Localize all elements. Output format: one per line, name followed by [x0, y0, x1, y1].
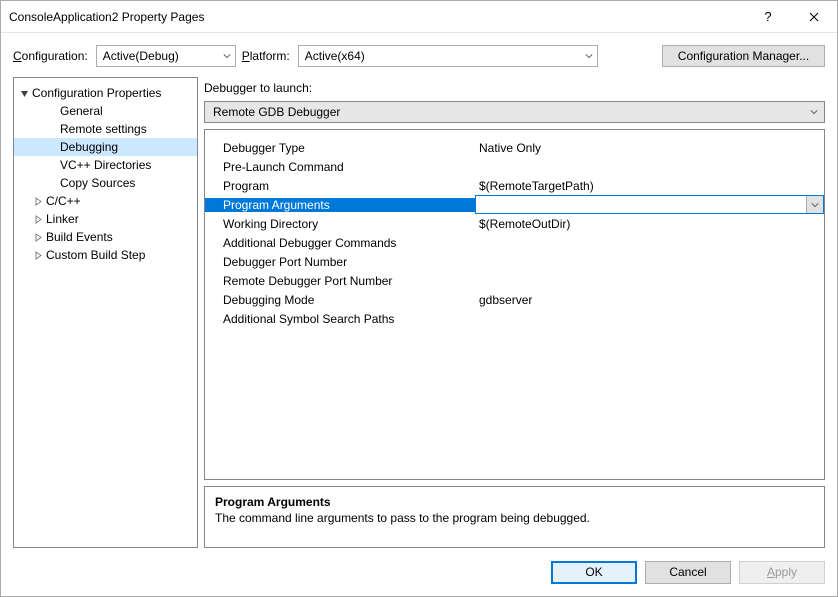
tree-item-copy-sources[interactable]: Copy Sources [14, 174, 197, 192]
tree-item-debugging[interactable]: Debugging [14, 138, 197, 156]
tree-item-vc-directories[interactable]: VC++ Directories [14, 156, 197, 174]
debugger-to-launch-label: Debugger to launch: [204, 77, 825, 95]
property-name: Pre-Launch Command [205, 160, 475, 174]
ok-button[interactable]: OK [551, 561, 637, 584]
property-value[interactable] [475, 195, 824, 214]
grid-row[interactable]: Additional Symbol Search Paths [205, 309, 824, 328]
window-title: ConsoleApplication2 Property Pages [9, 10, 745, 24]
platform-value: Active(x64) [305, 49, 365, 63]
chevron-down-icon [585, 52, 593, 60]
property-value[interactable]: gdbserver [475, 293, 824, 307]
description-text: The command line arguments to pass to th… [215, 511, 814, 525]
grid-row[interactable]: Pre-Launch Command [205, 157, 824, 176]
titlebar: ConsoleApplication2 Property Pages ? [1, 1, 837, 33]
tree-item-label: VC++ Directories [60, 158, 151, 172]
chevron-right-icon [32, 233, 44, 242]
tree-item-label: General [60, 104, 103, 118]
property-description: Program Arguments The command line argum… [204, 486, 825, 548]
platform-label: Platform: [242, 49, 290, 63]
property-grid[interactable]: Debugger TypeNative OnlyPre-Launch Comma… [204, 129, 825, 480]
property-name: Additional Debugger Commands [205, 236, 475, 250]
configuration-label: Configuration: [13, 49, 88, 63]
grid-row[interactable]: Program$(RemoteTargetPath) [205, 176, 824, 195]
property-name: Working Directory [205, 217, 475, 231]
close-button[interactable] [791, 1, 837, 32]
chevron-right-icon [32, 197, 44, 206]
property-value[interactable]: $(RemoteOutDir) [475, 217, 824, 231]
grid-row[interactable]: Program Arguments [205, 195, 824, 214]
property-value[interactable]: $(RemoteTargetPath) [475, 179, 824, 193]
grid-row[interactable]: Remote Debugger Port Number [205, 271, 824, 290]
debugger-to-launch-value: Remote GDB Debugger [213, 105, 340, 119]
cancel-button[interactable]: Cancel [645, 561, 731, 584]
tree-item-label: C/C++ [46, 194, 81, 208]
property-value[interactable]: Native Only [475, 141, 824, 155]
property-name: Debugger Type [205, 141, 475, 155]
chevron-down-icon [810, 108, 818, 116]
property-name: Debugging Mode [205, 293, 475, 307]
tree-item-label: Remote settings [60, 122, 147, 136]
apply-button[interactable]: Apply [739, 561, 825, 584]
help-button[interactable]: ? [745, 1, 791, 32]
main-area: Configuration Properties General Remote s… [1, 77, 837, 548]
tree-item-linker[interactable]: Linker [14, 210, 197, 228]
config-tree[interactable]: Configuration Properties General Remote s… [13, 77, 198, 548]
dropdown-button[interactable] [806, 196, 823, 213]
property-name: Program [205, 179, 475, 193]
property-pages-window: ConsoleApplication2 Property Pages ? Con… [0, 0, 838, 597]
chevron-down-icon [18, 89, 30, 98]
right-pane: Debugger to launch: Remote GDB Debugger … [204, 77, 825, 548]
tree-item-label: Build Events [46, 230, 113, 244]
tree-item-remote-settings[interactable]: Remote settings [14, 120, 197, 138]
tree-item-custom-build-step[interactable]: Custom Build Step [14, 246, 197, 264]
chevron-down-icon [223, 52, 231, 60]
grid-row[interactable]: Additional Debugger Commands [205, 233, 824, 252]
tree-root[interactable]: Configuration Properties [14, 84, 197, 102]
tree-item-label: Custom Build Step [46, 248, 145, 262]
description-heading: Program Arguments [215, 495, 814, 509]
tree-item-general[interactable]: General [14, 102, 197, 120]
property-name: Remote Debugger Port Number [205, 274, 475, 288]
grid-row[interactable]: Debugging Modegdbserver [205, 290, 824, 309]
platform-combo[interactable]: Active(x64) [298, 45, 598, 67]
property-name: Debugger Port Number [205, 255, 475, 269]
debugger-to-launch-combo[interactable]: Remote GDB Debugger [204, 101, 825, 123]
grid-row[interactable]: Debugger TypeNative Only [205, 138, 824, 157]
configuration-value: Active(Debug) [103, 49, 179, 63]
tree-item-label: Debugging [60, 140, 118, 154]
configuration-combo[interactable]: Active(Debug) [96, 45, 236, 67]
property-name: Program Arguments [205, 198, 475, 212]
tree-item-build-events[interactable]: Build Events [14, 228, 197, 246]
tree-item-c-c-[interactable]: C/C++ [14, 192, 197, 210]
chevron-right-icon [32, 251, 44, 260]
close-icon [809, 12, 819, 22]
tree-item-label: Linker [46, 212, 79, 226]
dialog-footer: OK Cancel Apply [1, 548, 837, 596]
grid-row[interactable]: Debugger Port Number [205, 252, 824, 271]
chevron-right-icon [32, 215, 44, 224]
property-name: Additional Symbol Search Paths [205, 312, 475, 326]
tree-item-label: Copy Sources [60, 176, 135, 190]
config-toolbar: Configuration: Active(Debug) Platform: A… [1, 33, 837, 77]
grid-row[interactable]: Working Directory$(RemoteOutDir) [205, 214, 824, 233]
configuration-manager-button[interactable]: Configuration Manager... [662, 45, 825, 67]
